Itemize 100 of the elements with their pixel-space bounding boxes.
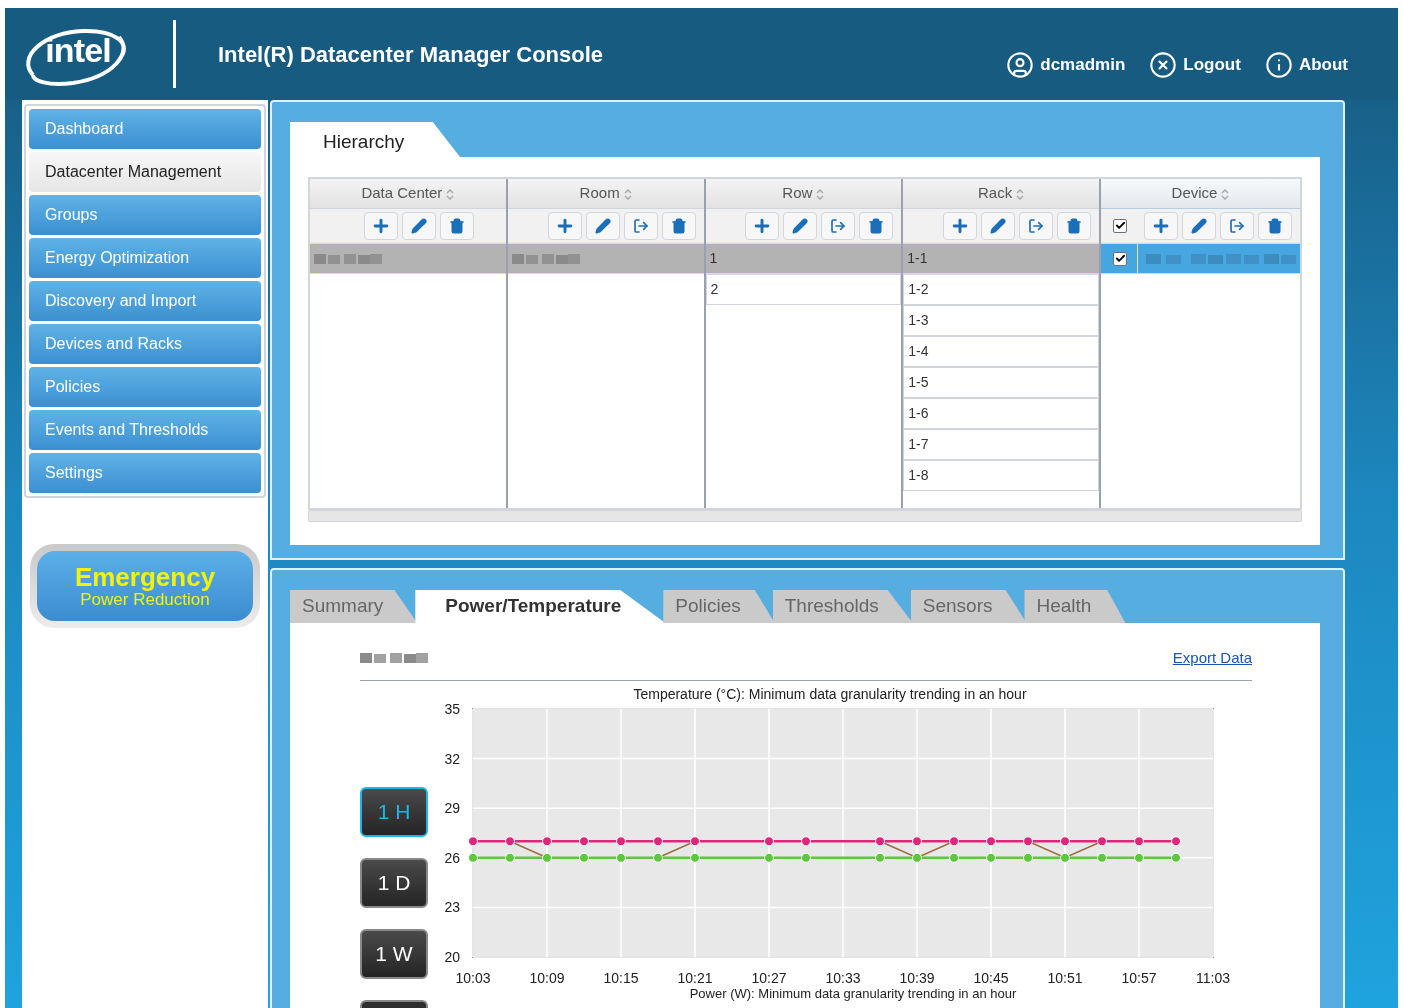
delete-button[interactable] [661,211,696,240]
x-tick-label: 10:57 [1121,969,1157,986]
tab[interactable]: Summary [290,590,418,623]
trash-icon [1066,217,1082,234]
list-row[interactable] [310,243,506,274]
column-header[interactable]: Data Center [310,179,506,209]
add-button[interactable] [745,211,780,240]
intel-logo-text: intel [45,29,111,71]
pencil-icon [410,217,427,234]
edit-button[interactable] [783,211,818,240]
x-tick-label: 10:03 [455,969,491,986]
y-tick-label: 23 [444,898,460,915]
trash-icon [670,217,687,234]
header-link[interactable]: About [1264,51,1348,79]
move-button[interactable] [821,211,856,240]
export-data-link[interactable]: Export Data [1172,647,1252,670]
horizontal-scrollbar[interactable] [308,510,1302,522]
x-tick-label: 10:15 [603,969,639,986]
blurred-text [360,652,430,665]
x-tick-label: 10:45 [973,969,1009,986]
x-tick-label: 10:09 [529,969,565,986]
list-row[interactable]: 1-7 [903,429,1099,460]
user-icon [1006,51,1035,79]
edit-button[interactable] [401,211,436,240]
checkbox[interactable] [1113,218,1127,233]
x-tick-label: 10:51 [1047,969,1083,986]
x-tick-label: 10:39 [899,969,935,986]
move-button[interactable] [1019,211,1053,240]
tab[interactable]: Thresholds [772,590,913,623]
data-point [579,852,589,863]
list-row[interactable]: 1-1 [903,243,1099,274]
data-point [505,852,515,863]
data-point [653,852,663,863]
close-icon [1149,51,1178,79]
list-row[interactable]: 1-4 [903,336,1099,367]
delete-button[interactable] [439,211,474,240]
app-title: Intel(R) Datacenter Manager Console [218,40,604,69]
blurred-text [511,252,582,265]
data-point [1023,835,1033,846]
header-link[interactable]: dcmadmin [1006,51,1126,79]
tab[interactable]: Power/Temperature [415,590,666,623]
list-row[interactable]: 1-8 [903,460,1099,491]
add-button[interactable] [547,211,582,240]
trash-icon [448,217,465,234]
x-tick-label: 10:27 [751,969,787,986]
data-point [949,835,959,846]
delete-button[interactable] [1057,211,1091,240]
add-button[interactable] [1144,211,1178,240]
y-tick-label: 32 [444,750,460,767]
data-point [1023,852,1033,863]
delete-button[interactable] [1258,211,1292,240]
list-row[interactable]: 2 [705,274,902,305]
pencil-icon [990,217,1006,234]
data-point [1171,835,1181,846]
list-row[interactable]: 1-6 [903,398,1099,429]
move-button[interactable] [623,211,658,240]
column-header[interactable]: Device [1101,179,1300,209]
edit-button[interactable] [981,211,1015,240]
time-range-button[interactable]: 1 D [360,857,428,908]
trash-icon [1267,217,1283,234]
column-header[interactable]: Rack [903,179,1099,209]
time-range-button[interactable]: 1 H [360,786,428,837]
sort-icon [446,187,455,200]
y-tick-label: 26 [444,849,460,866]
tab[interactable]: Sensors [910,590,1027,623]
data-point [1097,852,1107,863]
list-row[interactable]: 1 [705,243,902,274]
checkbox[interactable] [1113,251,1127,266]
nav-item[interactable]: Datacenter Management [29,152,261,192]
y-tick-label: 20 [444,948,460,965]
data-point [949,852,959,863]
time-range-button[interactable]: 1 W [360,928,428,979]
edit-button[interactable] [1182,211,1216,240]
add-button[interactable] [943,211,977,240]
data-point [579,835,589,846]
data-point [875,852,885,863]
sort-icon [623,187,632,200]
x-tick-label: 10:21 [677,969,713,986]
add-button[interactable] [363,211,398,240]
list-row[interactable] [507,243,704,274]
data-point [505,835,515,846]
column-header[interactable]: Row [705,179,902,209]
pencil-icon [594,217,611,234]
column-header[interactable]: Room [507,179,704,209]
tab[interactable]: Policies [663,590,775,623]
y-tick-label: 29 [444,799,460,816]
list-row[interactable]: 1-2 [903,274,1099,305]
edit-button[interactable] [585,211,620,240]
move-button[interactable] [1220,211,1254,240]
hierarchy-tab[interactable]: Hierarchy [290,122,460,157]
x-tick-label: 10:33 [825,969,861,986]
tab[interactable]: Health [1024,590,1126,623]
y-tick-label: 35 [444,700,460,717]
header-link[interactable]: Logout [1149,51,1241,79]
sort-icon [1016,187,1025,200]
list-row[interactable]: 1-3 [903,305,1099,336]
list-row[interactable]: 1-5 [903,367,1099,398]
delete-button[interactable] [859,211,894,240]
data-point [801,852,811,863]
data-point [1097,835,1107,846]
